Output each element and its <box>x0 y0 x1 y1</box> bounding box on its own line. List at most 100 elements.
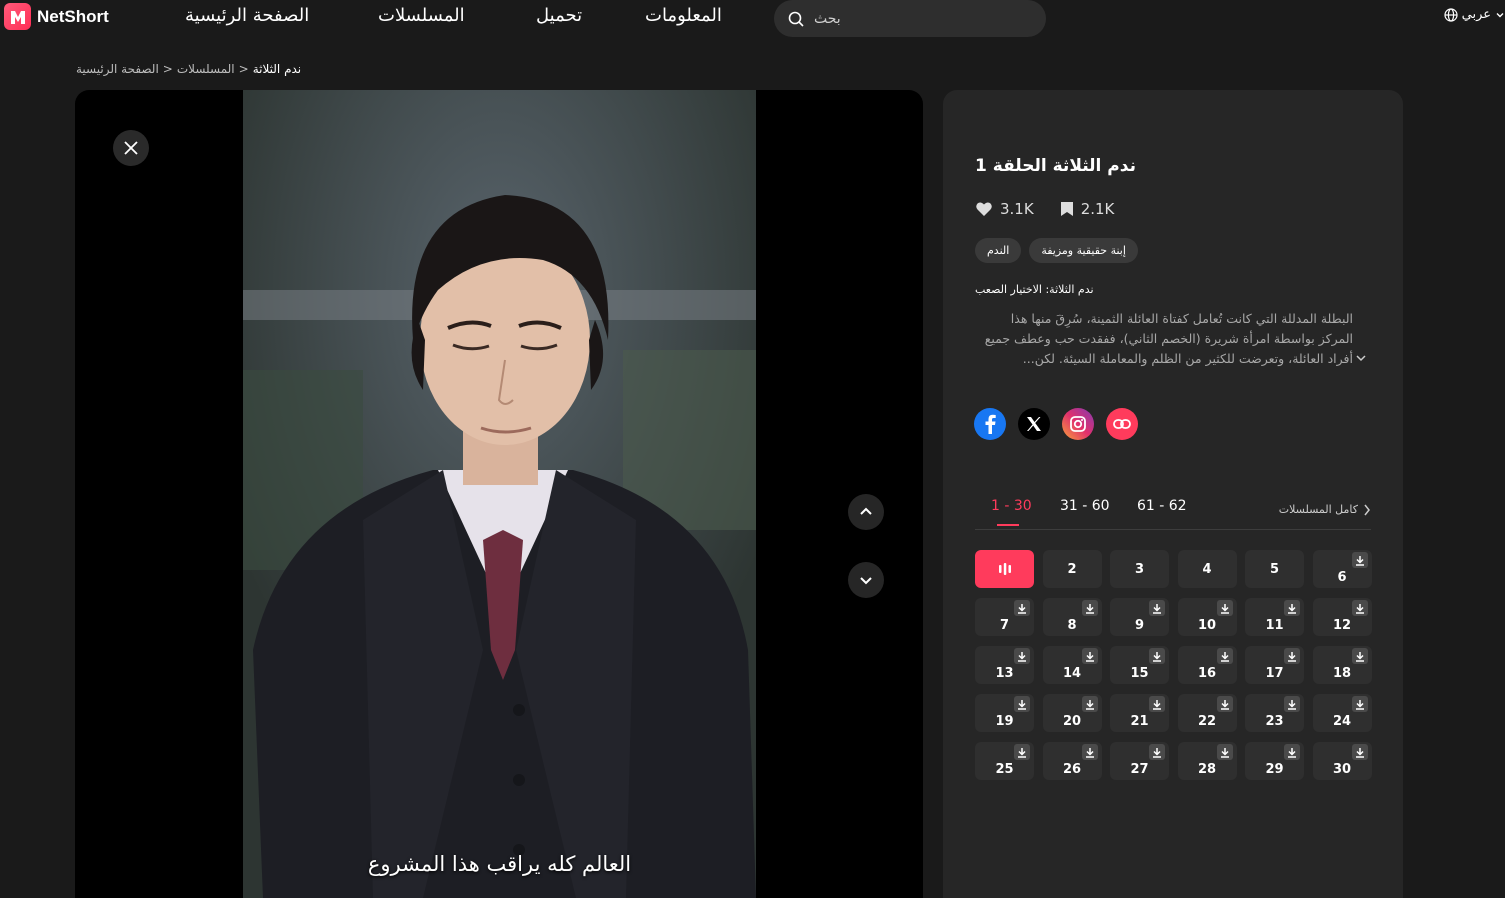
range-tab-61-62[interactable]: 61 - 62 <box>1137 498 1187 514</box>
range-tab-31-60[interactable]: 31 - 60 <box>1060 498 1110 514</box>
episode-button[interactable]: 26 <box>1042 742 1102 780</box>
nav-series[interactable]: المسلسلات <box>378 5 465 26</box>
episode-number: 9 <box>1134 617 1145 633</box>
download-icon[interactable] <box>1149 696 1165 712</box>
episode-button[interactable]: 20 <box>1042 694 1102 732</box>
episode-button[interactable]: 25 <box>975 742 1034 780</box>
episode-info-panel: ندم الثلاثة الحلقة 1 3.1K 2.1K الندم إبن… <box>943 90 1403 898</box>
download-icon[interactable] <box>1216 600 1233 616</box>
episode-button[interactable]: 30 <box>1312 742 1372 780</box>
breadcrumb-series[interactable]: المسلسلات <box>177 62 235 76</box>
download-icon[interactable] <box>1216 744 1233 760</box>
share-instagram-button[interactable] <box>1062 408 1094 440</box>
episode-number: 3 <box>1134 561 1145 577</box>
breadcrumb-home[interactable]: الصفحة الرئيسية <box>76 62 159 76</box>
episode-button[interactable]: 23 <box>1245 694 1304 732</box>
download-icon[interactable] <box>1014 600 1030 616</box>
download-icon[interactable] <box>1284 600 1300 616</box>
episode-button[interactable]: 15 <box>1110 646 1169 684</box>
episode-button[interactable]: 21 <box>1110 694 1169 732</box>
nav-home[interactable]: الصفحة الرئيسية <box>185 5 309 26</box>
episode-button[interactable]: 9 <box>1110 598 1169 636</box>
download-icon[interactable] <box>1149 600 1165 616</box>
download-icon[interactable] <box>1351 600 1368 616</box>
all-series-link[interactable]: كامل المسلسلات <box>1279 503 1371 516</box>
language-selector[interactable]: عربي <box>1444 7 1505 22</box>
download-icon[interactable] <box>1351 696 1368 712</box>
close-player-button[interactable] <box>113 130 149 166</box>
copy-link-button[interactable] <box>1106 408 1138 440</box>
likes-stat[interactable]: 3.1K <box>975 200 1034 218</box>
breadcrumb: الصفحة الرئيسية > المسلسلات > ندم الثلاث… <box>76 62 301 76</box>
netshort-logo[interactable]: NetShort <box>4 3 109 30</box>
episode-number: 11 <box>1265 617 1284 633</box>
download-icon[interactable] <box>1284 696 1300 712</box>
episode-number: 20 <box>1062 713 1082 729</box>
episode-button[interactable]: 8 <box>1042 598 1102 636</box>
episode-button[interactable]: 17 <box>1245 646 1304 684</box>
episode-button[interactable]: 18 <box>1312 646 1372 684</box>
episode-number: 25 <box>995 761 1014 777</box>
download-icon[interactable] <box>1284 648 1300 664</box>
episode-button[interactable]: 10 <box>1177 598 1237 636</box>
episode-button[interactable] <box>975 550 1034 588</box>
episode-button[interactable]: 24 <box>1312 694 1372 732</box>
episode-button[interactable]: 3 <box>1110 550 1169 588</box>
download-icon[interactable] <box>1081 696 1098 712</box>
episode-button[interactable]: 13 <box>975 646 1034 684</box>
search-box[interactable] <box>774 0 1046 37</box>
episode-number: 18 <box>1332 665 1352 681</box>
episode-button[interactable]: 4 <box>1177 550 1237 588</box>
download-icon[interactable] <box>1351 648 1368 664</box>
download-icon[interactable] <box>1216 696 1233 712</box>
episode-button[interactable]: 14 <box>1042 646 1102 684</box>
download-icon[interactable] <box>1014 744 1030 760</box>
episode-button[interactable]: 19 <box>975 694 1034 732</box>
download-icon[interactable] <box>1149 648 1165 664</box>
tag[interactable]: الندم <box>975 238 1022 263</box>
saves-stat[interactable]: 2.1K <box>1060 200 1114 218</box>
chevron-down-icon <box>1496 12 1504 17</box>
episode-number: 23 <box>1265 713 1284 729</box>
download-icon[interactable] <box>1081 600 1098 616</box>
nav-download[interactable]: تحميل <box>536 5 582 26</box>
download-icon[interactable] <box>1284 744 1300 760</box>
download-icon[interactable] <box>1351 552 1368 568</box>
download-icon[interactable] <box>1351 744 1368 760</box>
episode-button[interactable]: 6 <box>1312 550 1372 588</box>
download-icon[interactable] <box>1014 696 1030 712</box>
expand-description-icon[interactable] <box>1355 352 1367 364</box>
previous-episode-button[interactable] <box>848 494 884 530</box>
range-tab-1-30[interactable]: 1 - 30 <box>991 498 1032 514</box>
share-x-button[interactable] <box>1018 408 1050 440</box>
episode-button[interactable]: 12 <box>1312 598 1372 636</box>
tag[interactable]: إبنة حقيقية ومزيفة <box>1029 238 1138 263</box>
download-icon[interactable] <box>1081 744 1098 760</box>
episode-button[interactable]: 29 <box>1245 742 1304 780</box>
next-episode-button[interactable] <box>848 562 884 598</box>
share-buttons <box>974 408 1138 440</box>
video-frame[interactable]: العالم كله يراقب هذا المشروع <box>243 90 756 898</box>
search-input[interactable] <box>814 10 1014 27</box>
download-icon[interactable] <box>1149 744 1165 760</box>
episode-button[interactable]: 22 <box>1177 694 1237 732</box>
episode-button[interactable]: 7 <box>975 598 1034 636</box>
episode-button[interactable]: 16 <box>1177 646 1237 684</box>
episode-button[interactable]: 2 <box>1042 550 1102 588</box>
episode-button[interactable]: 27 <box>1110 742 1169 780</box>
logo-text: NetShort <box>37 6 109 26</box>
episode-button[interactable]: 28 <box>1177 742 1237 780</box>
download-icon[interactable] <box>1216 648 1233 664</box>
breadcrumb-separator: > <box>162 62 173 76</box>
download-icon[interactable] <box>1014 648 1030 664</box>
share-facebook-button[interactable] <box>974 408 1006 440</box>
episode-number: 15 <box>1130 665 1149 681</box>
episode-button[interactable]: 5 <box>1245 550 1304 588</box>
episode-number: 16 <box>1197 665 1217 681</box>
video-subtitle: العالم كله يراقب هذا المشروع <box>367 852 632 876</box>
nav-info[interactable]: المعلومات <box>645 5 722 26</box>
video-player[interactable]: العالم كله يراقب هذا المشروع <box>75 90 923 898</box>
episode-number: 27 <box>1130 761 1149 777</box>
episode-button[interactable]: 11 <box>1245 598 1304 636</box>
download-icon[interactable] <box>1081 648 1098 664</box>
